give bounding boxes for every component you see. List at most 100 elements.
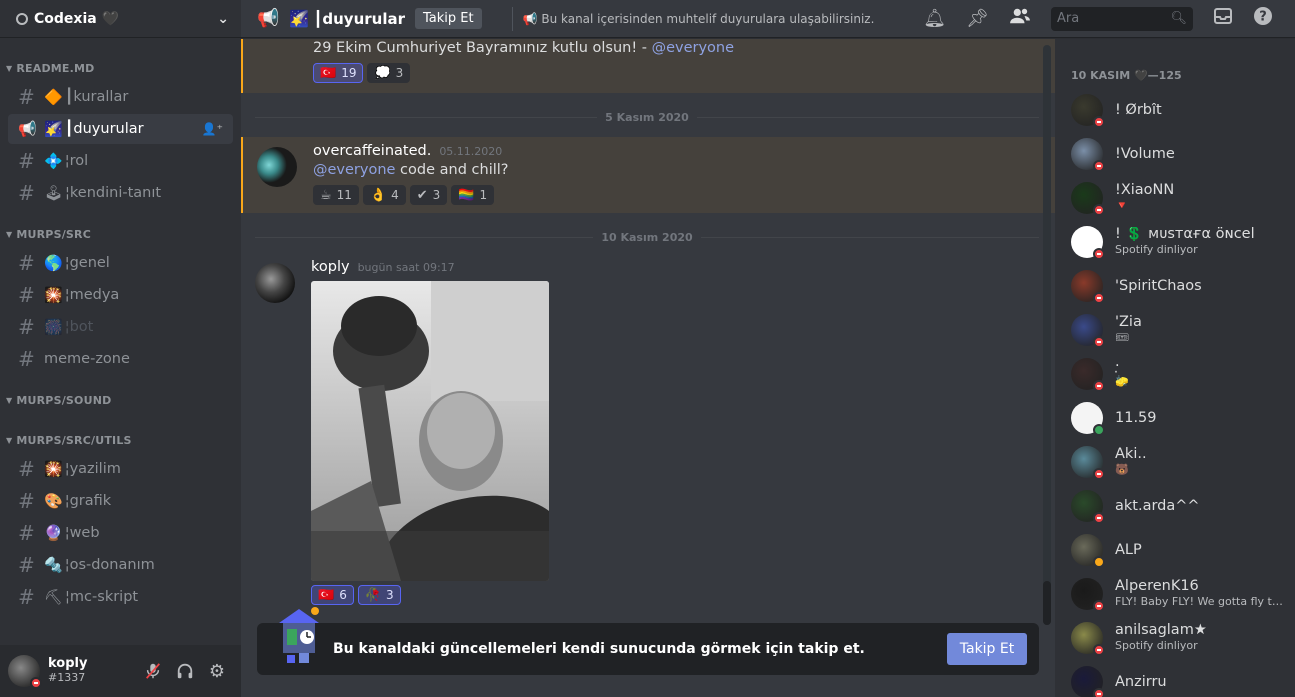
reaction[interactable]: 💭 3 <box>367 63 411 83</box>
scrollbar-thumb[interactable] <box>1043 581 1051 625</box>
member-item[interactable]: 11.59 <box>1055 396 1295 440</box>
headphones-icon[interactable] <box>169 655 201 687</box>
member-item[interactable]: ! Ørbît <box>1055 88 1295 132</box>
member-item[interactable]: Anzirru <box>1055 660 1295 697</box>
search-input[interactable] <box>1057 11 1171 26</box>
message-header: overcaffeinated. 05.11.2020 <box>313 143 1039 159</box>
reaction[interactable]: ✔ 3 <box>409 185 448 205</box>
avatar[interactable] <box>257 147 297 187</box>
channel-emoji: 🎇 <box>44 460 63 478</box>
avatar[interactable] <box>1071 138 1105 172</box>
member-item[interactable]: Aki.. 🐻 <box>1055 440 1295 484</box>
author-name[interactable]: overcaffeinated. <box>313 143 431 159</box>
search-box[interactable]: 🔍︎ <box>1051 6 1193 31</box>
member-item[interactable]: !Volume <box>1055 132 1295 176</box>
member-item[interactable]: ! 💲 ᴍᴜsᴛαғα öɴcel Spotify dinliyor <box>1055 220 1295 264</box>
channel-item[interactable]: # 🎇 ¦yazilim <box>8 454 233 484</box>
member-item[interactable]: ALP <box>1055 528 1295 572</box>
channel-category[interactable]: ▼ MURPS/SRC/UTILS <box>0 428 241 452</box>
avatar[interactable] <box>1071 666 1105 697</box>
channel-item[interactable]: # 💠 ¦rol <box>8 146 233 176</box>
date-label: 5 Kasım 2020 <box>605 110 689 124</box>
avatar[interactable] <box>1071 446 1105 480</box>
mention[interactable]: @everyone <box>652 40 734 56</box>
member-info: 'Zia 🎟 <box>1115 315 1283 345</box>
channel-category[interactable]: ▼ README.MD <box>0 56 241 80</box>
member-name: 'Zia <box>1115 315 1142 330</box>
channel-header: 📢 🌠 ┃duyurular Takip Et 📢 Bu kanal içeri… <box>241 0 1295 38</box>
mention[interactable]: @everyone <box>313 162 395 178</box>
image-attachment[interactable] <box>311 281 549 581</box>
channel-name: ¦genel <box>64 255 110 271</box>
chevron-down-icon[interactable]: ⌄ <box>217 11 229 27</box>
reaction[interactable]: 🇹🇷 6 <box>311 585 354 605</box>
channel-item[interactable]: # 🌎 ¦genel <box>8 248 233 278</box>
member-item[interactable]: !XiaoNN 🔻 <box>1055 176 1295 220</box>
channel-item[interactable]: 📢 🌠 ┃duyurular 👤⁺ <box>8 114 233 144</box>
hash-icon: # <box>18 85 35 109</box>
member-item[interactable]: 'Zia 🎟 <box>1055 308 1295 352</box>
inbox-icon[interactable] <box>1213 7 1233 30</box>
bell-icon[interactable]: 🔔︎ <box>923 8 946 29</box>
avatar[interactable] <box>1071 402 1105 436</box>
mute-mic-icon[interactable] <box>137 655 169 687</box>
user-info[interactable]: koply #1337 <box>48 657 137 685</box>
channel-emoji: ⛏ <box>44 588 64 606</box>
avatar[interactable] <box>8 655 42 689</box>
dnd-status-icon <box>1093 512 1105 524</box>
hash-icon: # <box>18 251 35 275</box>
reaction-count: 4 <box>391 188 399 202</box>
member-item[interactable]: anilsaglam★ Spotify dinliyor <box>1055 616 1295 660</box>
reaction[interactable]: ☕ 11 <box>313 185 359 205</box>
channel-item[interactable]: # 🎆 ¦bot <box>8 312 233 342</box>
avatar[interactable] <box>1071 358 1105 392</box>
avatar[interactable] <box>1071 622 1105 656</box>
invite-member-icon[interactable]: 👤⁺ <box>202 122 223 136</box>
channel-item[interactable]: # 🔩 ¦os-donanım <box>8 550 233 580</box>
channel-item[interactable]: # 🎨 ¦grafik <box>8 486 233 516</box>
channel-category[interactable]: ▼ MURPS/SOUND <box>0 388 241 412</box>
author-name[interactable]: koply <box>311 259 350 275</box>
channel-category[interactable]: ▼ MURPS/SRC <box>0 222 241 246</box>
follow-button[interactable]: Takip Et <box>414 8 482 29</box>
reaction[interactable]: 👌 4 <box>362 185 406 205</box>
channel-item[interactable]: # 🕹 ¦kendini-tanıt <box>8 178 233 208</box>
channel-item[interactable]: # 🔶 ┃kurallar <box>8 82 233 112</box>
avatar[interactable] <box>255 263 295 303</box>
scrollbar[interactable] <box>1043 45 1051 625</box>
member-rows: ! Ørbît !Volume !XiaoNN 🔻! 💲 ᴍᴜsᴛαғα öɴcel S… <box>1055 88 1295 697</box>
avatar[interactable] <box>1071 94 1105 128</box>
channel-item[interactable]: # 🎇 ¦medya <box>8 280 233 310</box>
hash-icon: # <box>18 553 35 577</box>
channel-title: ┃duyurular <box>313 9 405 28</box>
channel-topic[interactable]: 📢 Bu kanal içerisinden muhtelif duyurula… <box>523 12 914 26</box>
member-item[interactable]: akt.arda^^ <box>1055 484 1295 528</box>
channel-item[interactable]: # 🔮 ¦web <box>8 518 233 548</box>
member-item[interactable]: 'SpiritChaos <box>1055 264 1295 308</box>
members-icon[interactable] <box>1009 7 1031 30</box>
pin-icon[interactable]: 📌︎ <box>966 8 989 29</box>
online-status-icon <box>1093 424 1105 436</box>
reaction[interactable]: 🇹🇷 19 <box>313 63 364 83</box>
channel-item[interactable]: # ⛏ ¦mc-skript <box>8 582 233 612</box>
category-gap <box>0 412 241 428</box>
avatar[interactable] <box>1071 534 1105 568</box>
server-header[interactable]: Codexia 🖤 ⌄ <box>0 0 241 38</box>
avatar[interactable] <box>1071 270 1105 304</box>
avatar[interactable] <box>1071 182 1105 216</box>
help-icon[interactable]: ? <box>1253 6 1273 31</box>
avatar[interactable] <box>1071 578 1105 612</box>
member-item[interactable]: ·̣ 🧽 <box>1055 352 1295 396</box>
reaction[interactable]: 🏳️‍🌈 1 <box>451 185 495 205</box>
channel-item[interactable]: # meme-zone <box>8 344 233 374</box>
channel-emoji: 🔶 <box>44 88 63 106</box>
reaction[interactable]: 🥀 3 <box>357 585 401 605</box>
member-item[interactable]: AlperenK16 FLY! Baby FLY! We gotta fly to… <box>1055 572 1295 616</box>
dnd-status-icon <box>1093 116 1105 128</box>
avatar[interactable] <box>1071 226 1105 260</box>
reaction-emoji: 💭 <box>374 65 391 81</box>
avatar[interactable] <box>1071 314 1105 348</box>
follow-channel-button[interactable]: Takip Et <box>947 633 1027 665</box>
gear-icon[interactable]: ⚙ <box>201 655 233 687</box>
avatar[interactable] <box>1071 490 1105 524</box>
